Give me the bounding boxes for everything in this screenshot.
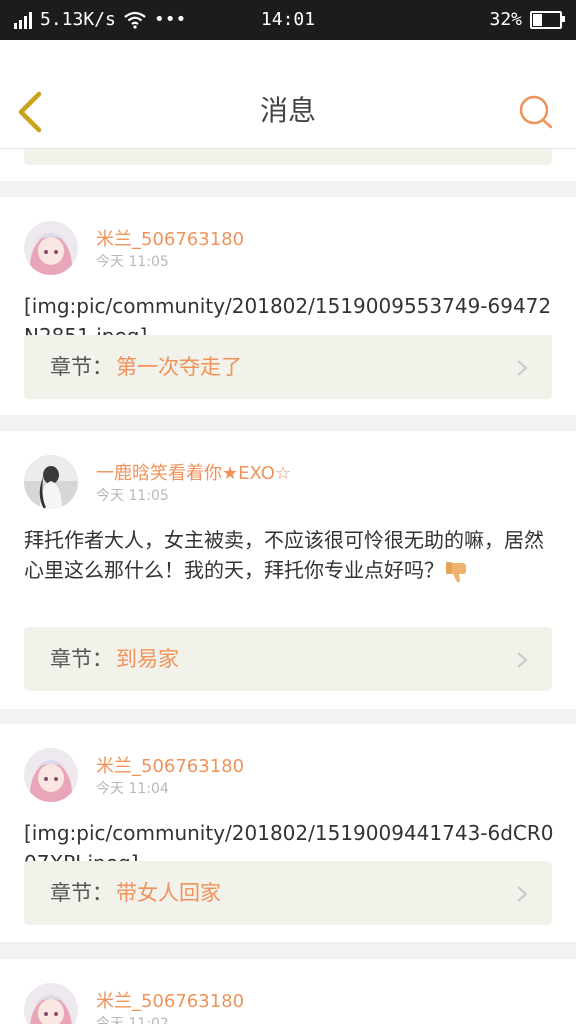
avatar[interactable]	[24, 455, 78, 509]
thumbs-down-icon	[446, 561, 466, 582]
chapter-link[interactable]: 章节： 带女人回家	[24, 861, 552, 925]
chapter-title: 第一次夺走了	[116, 355, 242, 379]
timestamp: 今天 11:02	[96, 1016, 169, 1024]
timestamp: 今天 11:04	[96, 781, 169, 797]
battery-level: 32%	[489, 9, 522, 30]
avatar[interactable]	[24, 748, 78, 802]
battery-icon	[530, 11, 565, 29]
username[interactable]: 一鹿晗笑看着你★EXO☆	[96, 463, 291, 485]
message-card: 一鹿晗笑看着你★EXO☆ 今天 11:05 拜托作者大人，女主被卖，不应该很可怜…	[0, 431, 576, 709]
chapter-title: 到易家	[116, 647, 179, 671]
chevron-right-icon	[517, 360, 528, 376]
search-icon[interactable]	[518, 94, 554, 130]
avatar[interactable]	[24, 221, 78, 275]
chapter-label: 章节：	[50, 355, 113, 379]
username[interactable]: 米兰_506763180	[96, 756, 244, 778]
avatar[interactable]	[24, 983, 78, 1024]
chevron-right-icon	[517, 886, 528, 902]
chapter-link[interactable]: 章节： 到易家	[24, 627, 552, 691]
timestamp: 今天 11:05	[96, 254, 169, 270]
nav-header: 消息	[0, 40, 576, 149]
previous-card-tail	[0, 149, 576, 181]
chevron-right-icon	[517, 652, 528, 668]
chapter-label: 章节：	[50, 647, 113, 671]
message-list[interactable]: 米兰_506763180 今天 11:05 [img:pic/community…	[0, 149, 576, 1024]
username[interactable]: 米兰_506763180	[96, 229, 244, 251]
chapter-link[interactable]: 章节： 第一次夺走了	[24, 335, 552, 399]
username[interactable]: 米兰_506763180	[96, 991, 244, 1013]
chapter-label: 章节：	[50, 881, 113, 905]
message-text: 拜托作者大人，女主被卖，不应该很可怜很无助的嘛，居然心里这么那什么！我的天，拜托…	[24, 525, 554, 585]
timestamp: 今天 11:05	[96, 488, 169, 504]
status-bar: 5.13K/s ••• 14:01 32%	[0, 0, 576, 40]
page-title: 消息	[259, 94, 316, 127]
message-card: 米兰_506763180 今天 11:02	[0, 959, 576, 1024]
message-card: 米兰_506763180 今天 11:04 [img:pic/community…	[0, 724, 576, 942]
message-card: 米兰_506763180 今天 11:05 [img:pic/community…	[0, 197, 576, 415]
chapter-title: 带女人回家	[116, 881, 221, 905]
